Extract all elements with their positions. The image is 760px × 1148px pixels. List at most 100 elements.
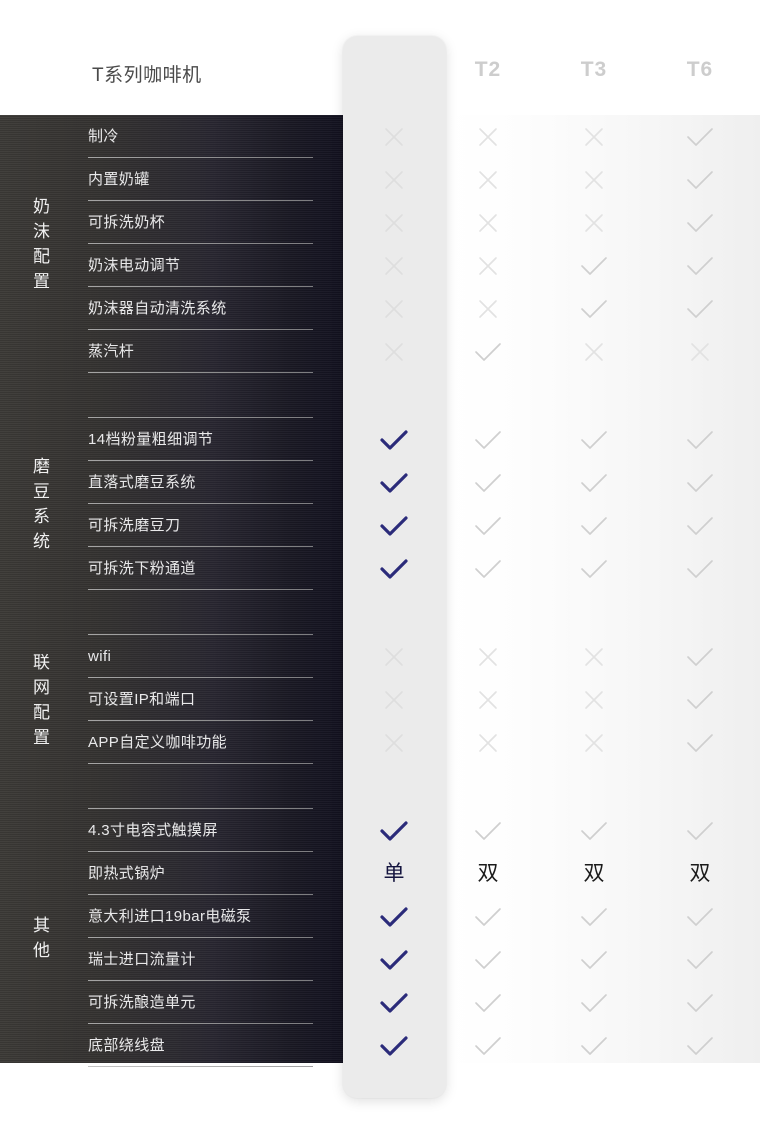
- feature-label: 奶沫器自动清洗系统: [88, 300, 227, 317]
- section-label-char: 磨: [33, 457, 51, 476]
- table-row: 可拆洗奶杯: [0, 201, 760, 244]
- check-icon: [660, 721, 740, 764]
- check-icon: [448, 418, 528, 461]
- cross-icon: [448, 287, 528, 330]
- section-spacer: [0, 590, 760, 635]
- cross-icon: [354, 330, 434, 373]
- table-row: 可拆洗磨豆刀: [0, 504, 760, 547]
- feature-label: 可拆洗奶杯: [88, 214, 166, 231]
- feature-label: 可拆洗下粉通道: [88, 560, 196, 577]
- column-header-t6[interactable]: T6: [660, 58, 740, 82]
- section-label-char: 统: [33, 532, 51, 551]
- feature-label: 即热式锅炉: [88, 865, 166, 882]
- check-icon: [660, 809, 740, 852]
- feature-label: 可设置IP和端口: [88, 691, 196, 708]
- check-icon: [660, 504, 740, 547]
- section-label-char: 豆: [33, 482, 51, 501]
- cell-value-text: 双: [689, 861, 711, 885]
- cross-icon: [448, 721, 528, 764]
- check-icon: [660, 418, 740, 461]
- section-label-3: 其他: [22, 913, 62, 963]
- check-icon: [354, 547, 434, 590]
- check-icon: [554, 938, 634, 981]
- check-icon: [660, 635, 740, 678]
- cross-icon: [354, 721, 434, 764]
- check-icon: [448, 461, 528, 504]
- cross-icon: [554, 115, 634, 158]
- column-header-t2[interactable]: T2: [448, 58, 528, 82]
- check-icon: [554, 809, 634, 852]
- check-icon: [660, 895, 740, 938]
- section-label-char: 配: [33, 247, 51, 266]
- page-title: T系列咖啡机: [92, 65, 202, 86]
- check-icon: [354, 981, 434, 1024]
- section-spacer: [0, 764, 760, 809]
- check-icon: [354, 461, 434, 504]
- cell-value-text: 双: [477, 861, 499, 885]
- cross-icon: [354, 158, 434, 201]
- check-icon: [448, 981, 528, 1024]
- check-icon: [660, 678, 740, 721]
- cross-icon: [448, 678, 528, 721]
- section-label-char: 沫: [33, 222, 51, 241]
- feature-label: 可拆洗磨豆刀: [88, 517, 181, 534]
- section-label-char: 网: [33, 677, 51, 697]
- check-icon: [660, 115, 740, 158]
- check-icon: [354, 504, 434, 547]
- check-icon: [554, 895, 634, 938]
- cross-icon: [448, 115, 528, 158]
- section-label-char: 其: [33, 916, 51, 935]
- table-row: wifi: [0, 635, 760, 678]
- table-row: 蒸汽杆: [0, 330, 760, 373]
- cross-icon: [448, 158, 528, 201]
- check-icon: [660, 547, 740, 590]
- column-header-t3[interactable]: T3: [554, 58, 634, 82]
- feature-rows: 制冷内置奶罐可拆洗奶杯奶沫电动调节奶沫器自动清洗系统 蒸汽杆 14档粉量粗细调节 直落…: [0, 115, 760, 1067]
- check-icon: [554, 461, 634, 504]
- check-icon: [448, 330, 528, 373]
- table-row: 可拆洗酿造单元: [0, 981, 760, 1024]
- feature-label: 瑞士进口流量计: [88, 951, 196, 968]
- feature-label: 直落式磨豆系统: [88, 474, 196, 491]
- feature-label: 奶沫电动调节: [88, 257, 181, 274]
- table-row: 奶沫电动调节: [0, 244, 760, 287]
- cross-icon: [660, 330, 740, 373]
- check-icon: [660, 938, 740, 981]
- table-row: 制冷: [0, 115, 760, 158]
- section-label-1: 磨豆系统: [22, 454, 62, 554]
- table-row: 内置奶罐: [0, 158, 760, 201]
- check-icon: [448, 938, 528, 981]
- feature-label: 意大利进口19bar电磁泵: [88, 908, 252, 925]
- cross-icon: [448, 201, 528, 244]
- cross-icon: [354, 201, 434, 244]
- check-icon: [448, 504, 528, 547]
- table-row: 底部绕线盘: [0, 1024, 760, 1067]
- section-label-char: 置: [33, 727, 51, 747]
- cross-icon: [448, 635, 528, 678]
- feature-label: 底部绕线盘: [88, 1037, 166, 1054]
- check-icon: [660, 201, 740, 244]
- comparison-table-page: T系列咖啡机 T1T2T3T6 制冷内置奶罐可拆洗奶杯奶沫电动调节奶沫器自动清洗…: [0, 0, 760, 1148]
- check-icon: [660, 461, 740, 504]
- check-icon: [448, 895, 528, 938]
- feature-label: 14档粉量粗细调节: [88, 431, 214, 448]
- feature-label: 蒸汽杆: [88, 343, 135, 360]
- table-row: APP自定义咖啡功能: [0, 721, 760, 764]
- cross-icon: [354, 115, 434, 158]
- check-icon: [660, 287, 740, 330]
- table-row: 可设置IP和端口: [0, 678, 760, 721]
- check-icon: [448, 1024, 528, 1067]
- cell-value-text: 双: [583, 861, 605, 885]
- table-row: 即热式锅炉 单 双 双 双: [0, 852, 760, 895]
- check-icon: [354, 1024, 434, 1067]
- table-row: 瑞士进口流量计: [0, 938, 760, 981]
- section-label-char: 系: [33, 507, 51, 526]
- feature-label: 4.3寸电容式触摸屏: [88, 822, 218, 839]
- feature-label: 可拆洗酿造单元: [88, 994, 196, 1011]
- check-icon: [660, 981, 740, 1024]
- feature-label: 内置奶罐: [88, 171, 150, 188]
- section-label-char: 奶: [33, 197, 51, 216]
- table-row: 14档粉量粗细调节: [0, 418, 760, 461]
- section-label-0: 奶沫配置: [22, 194, 62, 294]
- section-label-char: 配: [33, 702, 51, 722]
